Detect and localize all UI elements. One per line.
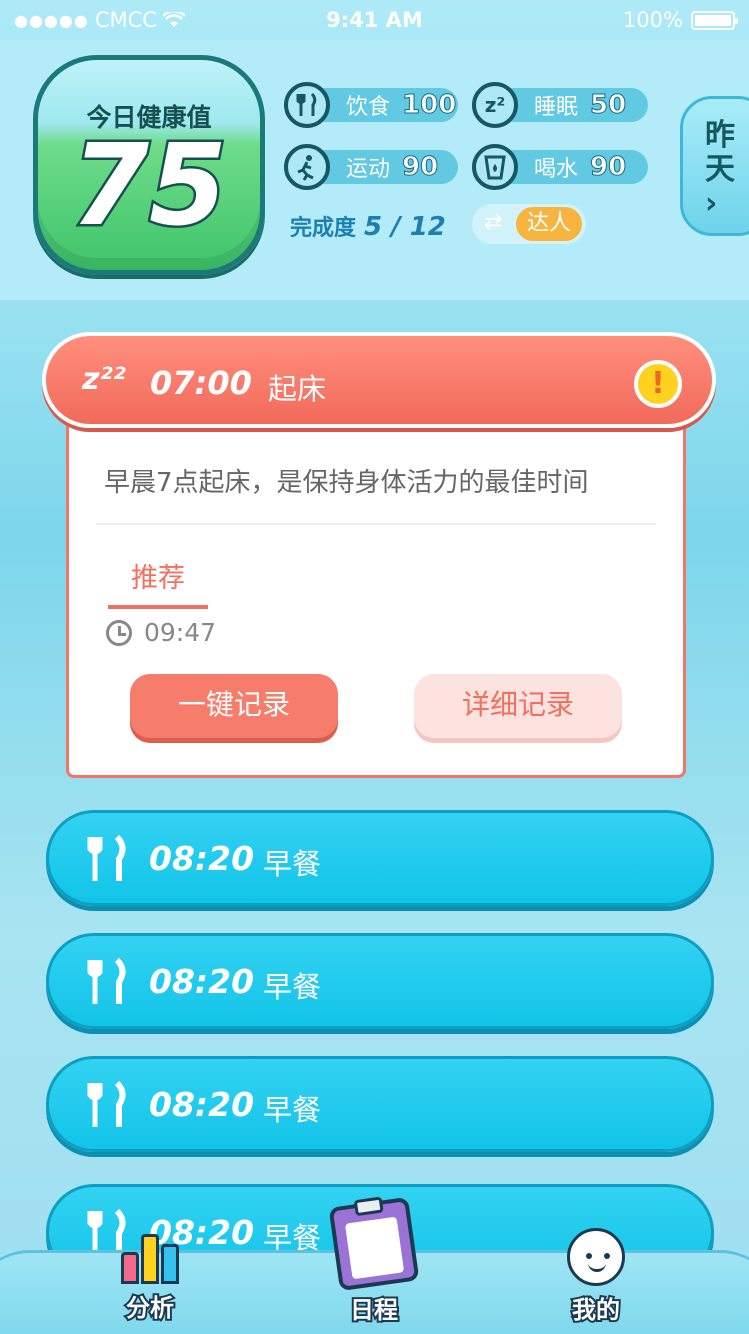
task-time: 07:00: [150, 364, 252, 402]
score-value: 75: [69, 121, 230, 251]
clock-icon: [106, 619, 132, 646]
task-title: 起床: [268, 372, 327, 406]
alert-icon[interactable]: !: [634, 360, 682, 408]
task-timestamp: 09:47: [106, 618, 216, 647]
level-toggle[interactable]: ⇄ 达人: [472, 204, 586, 244]
tab-recommend[interactable]: 推荐: [108, 556, 208, 609]
nav-me[interactable]: 我的: [536, 1228, 656, 1326]
sleep-icon: z²: [472, 82, 518, 128]
chevron-right-icon: ›: [705, 186, 718, 221]
stat-value: 100: [402, 90, 457, 121]
row-title: 早餐: [263, 847, 322, 881]
nav-schedule[interactable]: 日程: [314, 1196, 434, 1326]
schedule-row[interactable]: 08:20 早餐: [46, 810, 714, 906]
divider: [96, 523, 656, 525]
stat-value: 90: [402, 152, 439, 183]
fork-knife-icon: [87, 1079, 127, 1142]
row-title: 早餐: [263, 1093, 322, 1127]
nav-label: 日程: [348, 1294, 400, 1326]
completion-progress: 完成度 5 / 12: [290, 210, 446, 242]
battery-percent: 100%: [622, 8, 683, 32]
sleep-icon: z²²: [82, 362, 126, 397]
nav-label: 分析: [124, 1292, 176, 1324]
stat-label: 喝水: [534, 157, 579, 182]
nav-label: 我的: [570, 1294, 622, 1326]
stat-label: 运动: [346, 157, 391, 182]
fork-knife-icon: [87, 833, 127, 896]
stat-label: 饮食: [346, 95, 391, 120]
water-icon: [472, 144, 518, 190]
row-time: 08:20: [149, 839, 255, 878]
active-task-header[interactable]: z²² 07:00 起床 !: [42, 332, 716, 428]
fork-knife-icon: [87, 956, 127, 1019]
task-description: 早晨7点起床，是保持身体活力的最佳时间: [104, 468, 589, 498]
status-bar: ●●●●● CMCC 9:41 AM 100%: [0, 0, 749, 40]
row-title: 早餐: [263, 970, 322, 1004]
face-icon: [567, 1228, 625, 1286]
exercise-icon: [284, 144, 330, 190]
detail-record-button[interactable]: 详细记录: [414, 674, 622, 738]
row-time: 08:20: [149, 1085, 255, 1124]
nav-analysis[interactable]: 分析: [90, 1228, 210, 1324]
bar-chart-icon: [115, 1228, 185, 1284]
stat-water[interactable]: 喝水 90: [472, 144, 648, 190]
yesterday-label: 昨天: [705, 118, 735, 187]
level-badge: 达人: [516, 207, 582, 241]
quick-record-button[interactable]: 一键记录: [130, 674, 338, 738]
health-score-card: 今日健康值 75: [33, 55, 265, 275]
stat-label: 睡眠: [534, 95, 579, 120]
stat-sleep[interactable]: z² 睡眠 50: [472, 82, 648, 128]
row-time: 08:20: [149, 962, 255, 1001]
diet-icon: [284, 82, 330, 128]
timestamp-value: 09:47: [144, 618, 217, 647]
stat-exercise[interactable]: 运动 90: [284, 144, 458, 190]
progress-value: 5 / 12: [364, 212, 446, 242]
stat-value: 50: [590, 90, 627, 121]
stat-value: 90: [590, 152, 627, 183]
schedule-row[interactable]: 08:20 早餐: [46, 1056, 714, 1152]
stat-diet[interactable]: 饮食 100: [284, 82, 458, 128]
progress-label: 完成度: [290, 216, 357, 241]
schedule-row[interactable]: 08:20 早餐: [46, 933, 714, 1029]
battery-icon: [691, 10, 738, 30]
swap-icon: ⇄: [484, 210, 503, 235]
clipboard-icon: [328, 1196, 420, 1292]
yesterday-button[interactable]: 昨天 ›: [680, 96, 749, 236]
